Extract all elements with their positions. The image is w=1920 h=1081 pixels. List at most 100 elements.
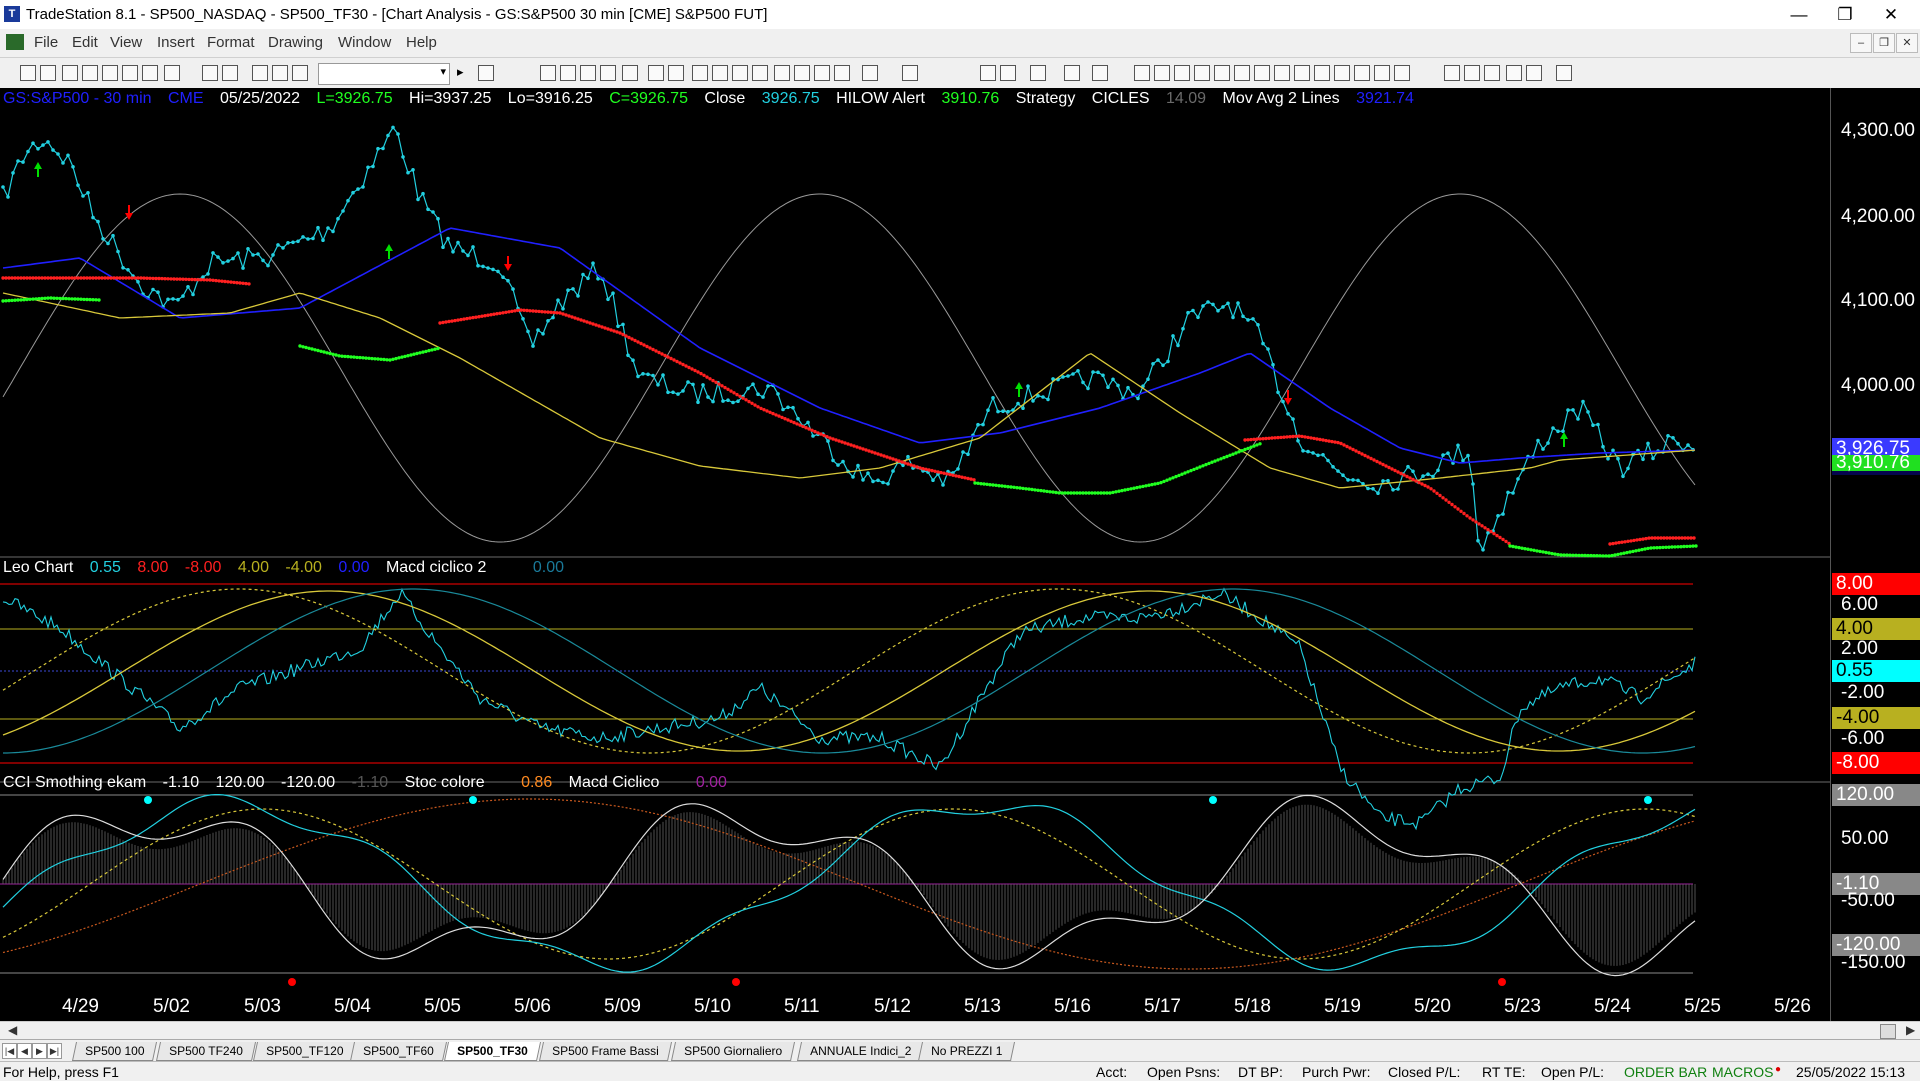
line-chart-icon[interactable] [752, 65, 768, 81]
chart-icon[interactable] [692, 65, 708, 81]
tab-sp500-frame-bassi[interactable]: SP500 Frame Bassi [538, 1042, 672, 1061]
hilow-red-dot [495, 312, 499, 316]
time-zones-icon[interactable] [1394, 65, 1410, 81]
chart-canvas[interactable] [0, 88, 1830, 1021]
price-axis[interactable]: 4,300.00 4,200.00 4,100.00 4,000.00 3,90… [1830, 88, 1920, 1021]
workspace-dropdown[interactable]: ▾ [318, 63, 450, 85]
next-arrow-icon[interactable]: ▸ [457, 64, 464, 80]
mdi-minimize-button[interactable]: – [1850, 33, 1872, 53]
arc-icon[interactable] [1444, 65, 1460, 81]
regression-icon[interactable] [1254, 65, 1270, 81]
clear-icon[interactable] [164, 65, 180, 81]
crosshair-icon[interactable] [1000, 65, 1016, 81]
ellipse-icon[interactable] [1506, 65, 1522, 81]
data-window-icon[interactable] [648, 65, 664, 81]
tab-annuale-indici-2[interactable]: ANNUALE Indici_2 [796, 1042, 925, 1061]
new-icon[interactable] [20, 65, 36, 81]
bar-spacing-icon[interactable] [794, 65, 810, 81]
chart-analysis-window[interactable]: GS:S&P500 - 30 min CME 05/25/2022 L=3926… [0, 88, 1920, 1021]
text-tool-icon[interactable] [1556, 65, 1572, 81]
tab-sp500-tf30[interactable]: SP500_TF30 [443, 1042, 541, 1061]
mdi-close-button[interactable]: ✕ [1896, 33, 1918, 53]
horizontal-scrollbar[interactable]: ◀ ▶ [0, 1021, 1920, 1040]
candle-icon[interactable] [732, 65, 748, 81]
macros-button[interactable]: MACROS [1712, 1064, 1773, 1080]
parallel-lines-icon[interactable] [1334, 65, 1350, 81]
trendline-icon[interactable] [1134, 65, 1150, 81]
menu-format[interactable]: Format [207, 34, 255, 51]
close-doc-icon[interactable] [122, 65, 138, 81]
vertical-lines-icon[interactable] [1154, 65, 1170, 81]
status-line-icon[interactable] [668, 65, 684, 81]
fib-arc-icon[interactable] [1354, 65, 1370, 81]
print-icon[interactable] [222, 65, 238, 81]
symbol-lookup-icon[interactable] [478, 65, 494, 81]
zoom-in-icon[interactable] [862, 65, 878, 81]
down-arrow-tool-icon[interactable] [1464, 65, 1480, 81]
hilow-red-dot [220, 279, 224, 283]
tab-no-prezzi-1[interactable]: No PREZZI 1 [917, 1042, 1016, 1061]
tab-sp500-giornaliero[interactable]: SP500 Giornaliero [670, 1042, 796, 1061]
rectangle-icon[interactable] [1526, 65, 1542, 81]
print-preview-icon[interactable] [202, 65, 218, 81]
minimize-button[interactable]: — [1776, 0, 1822, 29]
mdi-restore-button[interactable]: ❐ [1873, 33, 1895, 53]
maximize-button[interactable]: ❐ [1822, 0, 1868, 29]
copy-icon[interactable] [142, 65, 158, 81]
tab-first-icon[interactable]: |◀ [2, 1043, 17, 1059]
close-button[interactable]: ✕ [1868, 0, 1914, 29]
menu-window[interactable]: Window [338, 34, 391, 51]
tab-sp500-tf60[interactable]: SP500_TF60 [349, 1042, 447, 1061]
insert-study-icon[interactable] [600, 65, 616, 81]
cci-cyan-marker [469, 796, 477, 804]
tab-sp500-tf120[interactable]: SP500_TF120 [252, 1042, 357, 1061]
scroll-left-icon[interactable] [834, 65, 850, 81]
gann-fan-icon[interactable] [1234, 65, 1250, 81]
window-icon[interactable] [252, 65, 268, 81]
zoom-out-icon[interactable] [902, 65, 918, 81]
tab-sp500-tf240[interactable]: SP500 TF240 [155, 1042, 256, 1061]
horizontal-line-icon[interactable] [1314, 65, 1330, 81]
scroll-right-arrow-icon[interactable]: ▶ [1906, 1023, 1915, 1037]
hilow-red-dot [214, 278, 218, 283]
menu-edit[interactable]: Edit [72, 34, 98, 51]
open-icon[interactable] [40, 65, 56, 81]
tab-prev-icon[interactable]: ◀ [17, 1043, 32, 1059]
format-window-icon[interactable] [622, 65, 638, 81]
menu-drawing[interactable]: Drawing [268, 34, 323, 51]
cycle-lines-icon[interactable] [1374, 65, 1390, 81]
menu-insert[interactable]: Insert [157, 34, 195, 51]
fibonacci-icon[interactable] [1194, 65, 1210, 81]
order-bar-button[interactable]: ORDER BAR [1624, 1064, 1707, 1080]
scroll-left-arrow-icon[interactable]: ◀ [8, 1023, 17, 1037]
pointer-icon[interactable] [980, 65, 996, 81]
horizontal-lines-icon[interactable] [1174, 65, 1190, 81]
speed-lines-icon[interactable] [1214, 65, 1230, 81]
open-workspace-icon[interactable] [62, 65, 78, 81]
tab-last-icon[interactable]: ▶| [47, 1043, 62, 1059]
save-icon[interactable] [82, 65, 98, 81]
save-all-icon[interactable] [102, 65, 118, 81]
order-entry-icon[interactable] [1064, 65, 1080, 81]
up-arrow-tool-icon[interactable] [1484, 65, 1500, 81]
tools-icon[interactable] [1030, 65, 1046, 81]
menu-file[interactable]: File [34, 34, 58, 51]
tradestation-app-icon[interactable]: T [4, 6, 20, 22]
andrews-pitchfork-icon[interactable] [1274, 65, 1290, 81]
cascade-icon[interactable] [292, 65, 308, 81]
menu-view[interactable]: View [110, 34, 142, 51]
bar-chart-icon[interactable] [712, 65, 728, 81]
disabled-tool-icon[interactable] [1092, 65, 1108, 81]
format-symbol-icon[interactable] [540, 65, 556, 81]
show-bars-icon[interactable] [774, 65, 790, 81]
tile-icon[interactable] [272, 65, 288, 81]
menu-help[interactable]: Help [406, 34, 437, 51]
vertical-line-icon[interactable] [1294, 65, 1310, 81]
tab-sp500-100[interactable]: SP500 100 [71, 1042, 158, 1061]
insert-indicator-icon[interactable] [560, 65, 576, 81]
tab-next-icon[interactable]: ▶ [32, 1043, 47, 1059]
scroll-thumb[interactable] [1880, 1024, 1896, 1039]
chart-window-icon[interactable] [6, 34, 24, 50]
insert-strategy-icon[interactable] [580, 65, 596, 81]
scroll-right-icon[interactable] [814, 65, 830, 81]
